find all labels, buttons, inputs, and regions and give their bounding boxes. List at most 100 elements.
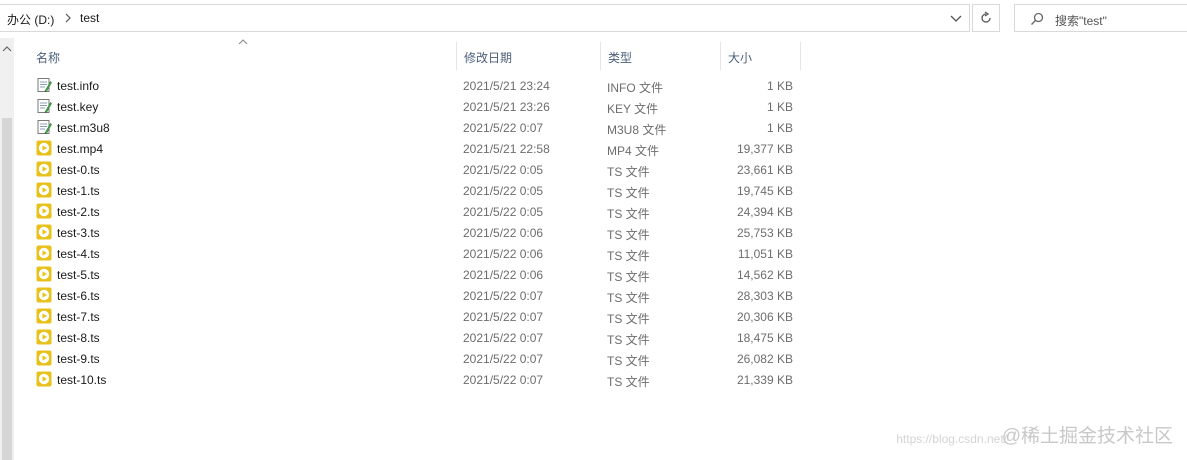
chevron-right-icon[interactable] (63, 11, 73, 25)
file-row[interactable]: test-1.ts 2021/5/22 0:05 TS 文件 19,745 KB (14, 180, 804, 201)
file-row[interactable]: test.info 2021/5/21 23:24 INFO 文件 1 KB (14, 75, 804, 96)
file-size: 25,753 KB (736, 226, 793, 240)
file-row[interactable]: test-3.ts 2021/5/22 0:06 TS 文件 25,753 KB (14, 222, 804, 243)
file-size: 24,394 KB (736, 205, 793, 219)
file-name: test-1.ts (57, 184, 100, 198)
file-date-modified: 2021/5/21 23:24 (463, 79, 550, 93)
column-header-name[interactable]: 名称 (28, 38, 456, 70)
file-date-modified: 2021/5/22 0:07 (463, 352, 544, 366)
video-file-icon (36, 140, 52, 156)
file-size: 11,051 KB (737, 247, 793, 261)
file-name: test-9.ts (57, 352, 100, 366)
text-file-icon (36, 77, 52, 93)
refresh-icon (981, 11, 991, 23)
file-size: 20,306 KB (736, 310, 793, 324)
file-date-modified: 2021/5/21 22:58 (463, 142, 550, 156)
file-size: 1 KB (766, 121, 793, 135)
scrollbar-thumb[interactable] (2, 118, 12, 460)
file-row[interactable]: test-8.ts 2021/5/22 0:07 TS 文件 18,475 KB (14, 327, 804, 348)
file-size: 1 KB (766, 100, 793, 114)
video-file-icon (36, 203, 52, 219)
file-row[interactable]: test-0.ts 2021/5/22 0:05 TS 文件 23,661 KB (14, 159, 804, 180)
column-header-size-label: 大小 (728, 51, 753, 65)
file-name: test-6.ts (57, 289, 100, 303)
file-date-modified: 2021/5/22 0:06 (463, 247, 544, 261)
search-box[interactable]: 搜索"test" (1014, 4, 1187, 32)
text-file-icon (36, 98, 52, 114)
file-row[interactable]: test-7.ts 2021/5/22 0:07 TS 文件 20,306 KB (14, 306, 804, 327)
file-row[interactable]: test.m3u8 2021/5/22 0:07 M3U8 文件 1 KB (14, 117, 804, 138)
column-header-date[interactable]: 修改日期 (456, 38, 600, 70)
file-type: INFO 文件 (607, 81, 663, 95)
search-icon (1031, 12, 1044, 25)
file-date-modified: 2021/5/22 0:07 (463, 331, 544, 345)
file-type: TS 文件 (607, 270, 650, 284)
file-name: test-7.ts (57, 310, 100, 324)
search-input[interactable]: 搜索"test" (1055, 12, 1107, 29)
file-type: TS 文件 (607, 207, 650, 221)
file-name: test.key (57, 100, 99, 114)
address-bar[interactable]: 办公 (D:) test (0, 4, 970, 32)
file-type: KEY 文件 (607, 102, 659, 116)
file-name: test-8.ts (57, 331, 100, 345)
file-name: test-3.ts (57, 226, 100, 240)
file-size: 1 KB (766, 79, 793, 93)
file-date-modified: 2021/5/22 0:05 (463, 205, 544, 219)
file-type: TS 文件 (607, 333, 650, 347)
video-file-icon (36, 224, 52, 240)
file-row[interactable]: test-9.ts 2021/5/22 0:07 TS 文件 26,082 KB (14, 348, 804, 369)
file-date-modified: 2021/5/22 0:06 (463, 226, 544, 240)
file-name: test-0.ts (57, 163, 100, 177)
column-divider[interactable] (800, 42, 801, 70)
column-header-size[interactable]: 大小 (720, 38, 800, 70)
file-date-modified: 2021/5/22 0:07 (463, 289, 544, 303)
file-date-modified: 2021/5/22 0:05 (463, 163, 544, 177)
file-name: test-4.ts (57, 247, 100, 261)
file-name: test-10.ts (57, 373, 107, 387)
video-file-icon (36, 161, 52, 177)
file-size: 19,745 KB (736, 184, 793, 198)
toolbar: 办公 (D:) test 搜索"test" (0, 0, 1187, 38)
text-file-icon (36, 119, 52, 135)
video-file-icon (36, 182, 52, 198)
file-size: 28,303 KB (736, 289, 793, 303)
file-date-modified: 2021/5/22 0:07 (463, 121, 544, 135)
file-type: TS 文件 (607, 165, 650, 179)
column-header-name-label: 名称 (36, 51, 61, 65)
watermark: @稀土掘金技术社区 (1001, 426, 1173, 447)
breadcrumb-drive[interactable]: 办公 (D:) (7, 11, 54, 28)
column-headers: 名称 修改日期 类型 大小 (14, 38, 1187, 74)
file-row[interactable]: test-10.ts 2021/5/22 0:07 TS 文件 21,339 KB (14, 369, 804, 390)
file-size: 26,082 KB (736, 352, 793, 366)
file-name: test.mp4 (57, 142, 104, 156)
file-date-modified: 2021/5/22 0:06 (463, 268, 544, 282)
video-file-icon (36, 287, 52, 303)
video-file-icon (36, 350, 52, 366)
file-date-modified: 2021/5/22 0:07 (463, 373, 544, 387)
file-row[interactable]: test.mp4 2021/5/21 22:58 MP4 文件 19,377 KB (14, 138, 804, 159)
file-row[interactable]: test-5.ts 2021/5/22 0:06 TS 文件 14,562 KB (14, 264, 804, 285)
video-file-icon (36, 308, 52, 324)
file-row[interactable]: test-4.ts 2021/5/22 0:06 TS 文件 11,051 KB (14, 243, 804, 264)
file-date-modified: 2021/5/22 0:07 (463, 310, 544, 324)
file-name: test.info (57, 79, 100, 93)
video-file-icon (36, 266, 52, 282)
file-type: M3U8 文件 (607, 123, 667, 137)
file-size: 19,377 KB (736, 142, 793, 156)
address-history-dropdown[interactable] (944, 9, 968, 29)
navigation-scrollbar[interactable] (0, 38, 14, 460)
refresh-button[interactable] (972, 4, 1000, 32)
scroll-up-icon[interactable] (2, 44, 12, 54)
column-header-date-label: 修改日期 (464, 51, 513, 65)
breadcrumb-folder[interactable]: test (80, 11, 99, 25)
watermark-url: https://blog.csdn.net/ (896, 432, 1007, 446)
file-type: TS 文件 (607, 312, 650, 326)
column-header-type-label: 类型 (608, 51, 633, 65)
file-row[interactable]: test.key 2021/5/21 23:26 KEY 文件 1 KB (14, 96, 804, 117)
file-size: 23,661 KB (736, 163, 793, 177)
file-row[interactable]: test-6.ts 2021/5/22 0:07 TS 文件 28,303 KB (14, 285, 804, 306)
file-type: TS 文件 (607, 354, 650, 368)
column-header-type[interactable]: 类型 (600, 38, 720, 70)
file-name: test.m3u8 (57, 121, 110, 135)
file-row[interactable]: test-2.ts 2021/5/22 0:05 TS 文件 24,394 KB (14, 201, 804, 222)
